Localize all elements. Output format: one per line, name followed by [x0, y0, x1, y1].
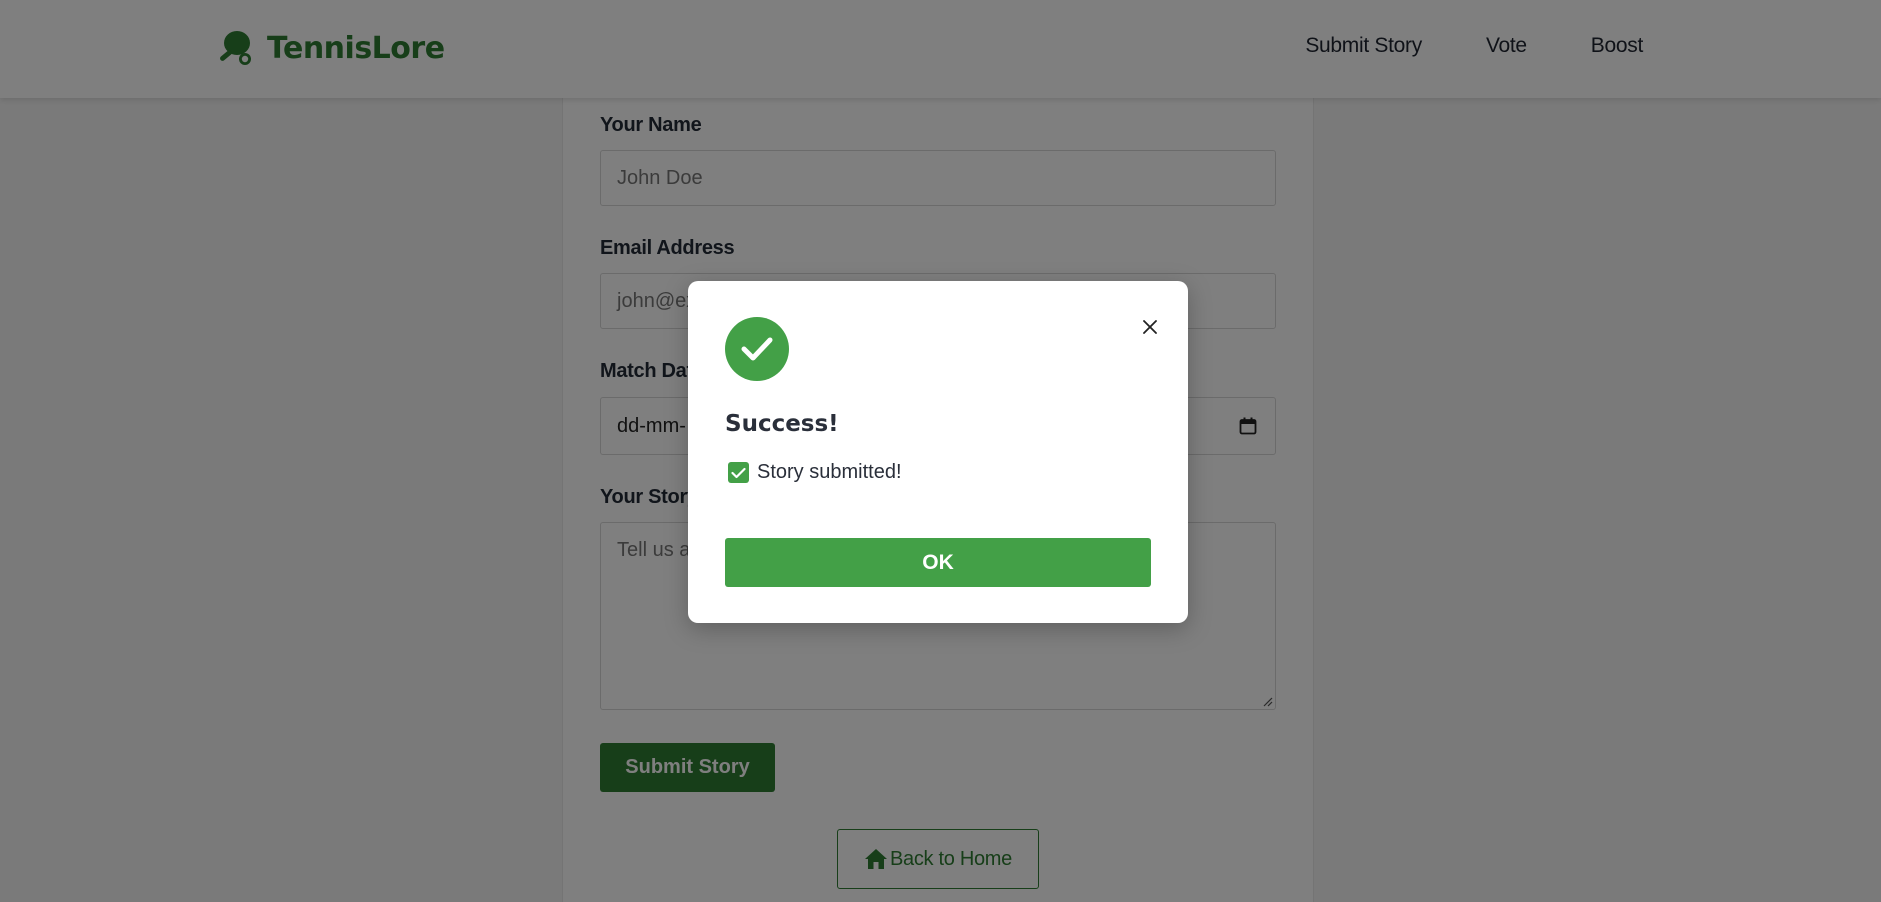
dialog-title: Success! — [725, 411, 839, 437]
close-icon — [1143, 320, 1157, 334]
check-mark-emoji-icon — [728, 462, 749, 483]
dialog-message: Story submitted! — [728, 461, 902, 484]
success-check-icon — [725, 317, 789, 381]
ok-button[interactable]: OK — [725, 538, 1151, 587]
dialog-message-text: Story submitted! — [757, 461, 902, 483]
success-dialog: Success! Story submitted! OK — [688, 281, 1188, 623]
close-dialog-button[interactable] — [1138, 315, 1162, 339]
